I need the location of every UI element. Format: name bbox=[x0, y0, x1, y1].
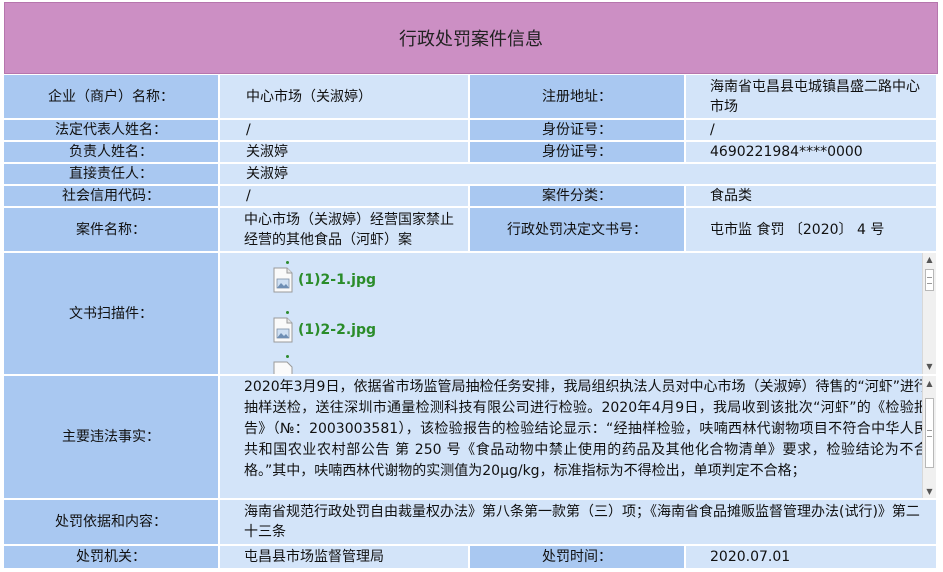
penalty-time-value: 2020.07.01 bbox=[686, 546, 936, 568]
case-category-label: 案件分类： bbox=[470, 186, 684, 206]
page-title: 行政处罚案件信息 bbox=[4, 2, 938, 74]
credit-code-label: 社会信用代码： bbox=[4, 186, 218, 206]
case-name-value: 中心市场（关淑婷）经营国家禁止经营的其他食品（河虾）案 bbox=[220, 208, 468, 251]
scan-label: 文书扫描件： bbox=[4, 253, 218, 374]
responsible-person-value: 关淑婷 bbox=[220, 142, 468, 162]
direct-responsible-value: 关淑婷 bbox=[220, 164, 936, 184]
decision-number-label: 行政处罚决定文书号： bbox=[470, 208, 684, 251]
direct-responsible-label: 直接责任人： bbox=[4, 164, 218, 184]
attachment-link[interactable]: (1)2-2.jpg bbox=[298, 320, 376, 340]
credit-code-value: / bbox=[220, 186, 468, 206]
attachment-link[interactable]: (1)2-1.jpg bbox=[298, 270, 376, 290]
penalty-authority-value: 屯昌县市场监督管理局 bbox=[220, 546, 468, 568]
penalty-basis-label: 处罚依据和内容： bbox=[4, 500, 218, 544]
scroll-down-arrow-icon[interactable]: ▼ bbox=[923, 360, 936, 374]
legal-rep-value: / bbox=[220, 120, 468, 140]
scroll-up-arrow-icon[interactable]: ▲ bbox=[923, 376, 936, 390]
image-file-icon bbox=[272, 311, 294, 343]
case-name-label: 案件名称： bbox=[4, 208, 218, 251]
case-info-table: 行政处罚案件信息 企业（商户）名称： 中心市场（关淑婷） 注册地址： 海南省屯昌… bbox=[4, 2, 940, 570]
legal-rep-label: 法定代表人姓名： bbox=[4, 120, 218, 140]
decision-number-value: 屯市监 食罚 〔2020〕 4 号 bbox=[686, 208, 936, 251]
attachment-item[interactable]: (1)2-1.jpg bbox=[272, 261, 376, 293]
attachment-scrollbar[interactable]: ▲ ▼ bbox=[922, 253, 936, 374]
main-facts-box[interactable]: 2020年3月9日，依据省市场监管局抽检任务安排，我局组织执法人员对中心市场（关… bbox=[220, 376, 936, 498]
scroll-down-arrow-icon[interactable]: ▼ bbox=[923, 484, 936, 498]
id-number-value: / bbox=[686, 120, 936, 140]
image-file-icon bbox=[272, 355, 294, 374]
scroll-thumb[interactable] bbox=[925, 269, 934, 291]
facts-scrollbar[interactable]: ▲ ▼ bbox=[922, 376, 936, 498]
image-file-icon bbox=[272, 261, 294, 293]
main-facts-label: 主要违法事实： bbox=[4, 376, 218, 498]
scroll-thumb[interactable] bbox=[925, 398, 934, 468]
responsible-person-label: 负责人姓名： bbox=[4, 142, 218, 162]
penalty-authority-label: 处罚机关： bbox=[4, 546, 218, 568]
attachment-item[interactable]: (1)2-2.jpg bbox=[272, 311, 376, 343]
case-category-value: 食品类 bbox=[686, 186, 936, 206]
company-label: 企业（商户）名称： bbox=[4, 75, 218, 118]
address-value: 海南省屯昌县屯城镇昌盛二路中心市场 bbox=[686, 75, 936, 118]
responsible-id-value: 4690221984****0000 bbox=[686, 142, 936, 162]
company-value: 中心市场（关淑婷） bbox=[220, 75, 468, 118]
attachment-item-partial[interactable] bbox=[272, 355, 298, 374]
address-label: 注册地址： bbox=[470, 75, 684, 118]
scroll-up-arrow-icon[interactable]: ▲ bbox=[923, 253, 936, 267]
main-facts-text: 2020年3月9日，依据省市场监管局抽检任务安排，我局组织执法人员对中心市场（关… bbox=[244, 379, 928, 479]
penalty-basis-value: 海南省规范行政处罚自由裁量权办法》第八条第一款第（三）项；《海南省食品摊贩监督管… bbox=[220, 500, 936, 544]
attachment-list: (1)2-1.jpg (1)2-2.jpg ▲ ▼ bbox=[220, 253, 936, 374]
responsible-id-label: 身份证号： bbox=[470, 142, 684, 162]
penalty-time-label: 处罚时间： bbox=[470, 546, 684, 568]
id-number-label: 身份证号： bbox=[470, 120, 684, 140]
